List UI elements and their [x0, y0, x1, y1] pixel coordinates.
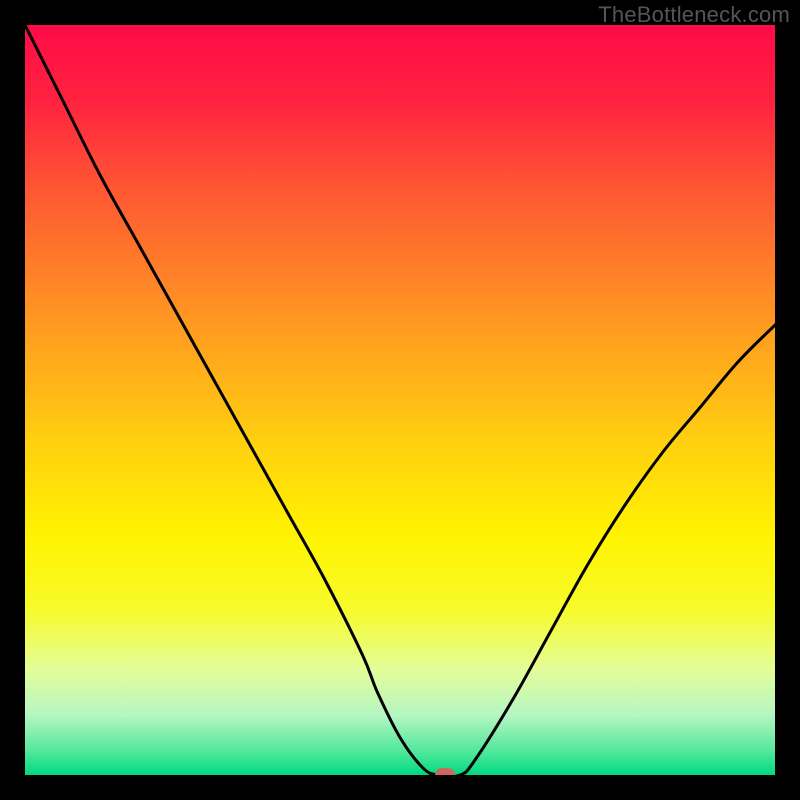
- optimal-point-marker: [435, 768, 455, 775]
- gradient-background: [25, 25, 775, 775]
- bottleneck-line-chart: [25, 25, 775, 775]
- watermark-text: TheBottleneck.com: [598, 2, 790, 28]
- plot-area: [25, 25, 775, 775]
- chart-frame: TheBottleneck.com: [0, 0, 800, 800]
